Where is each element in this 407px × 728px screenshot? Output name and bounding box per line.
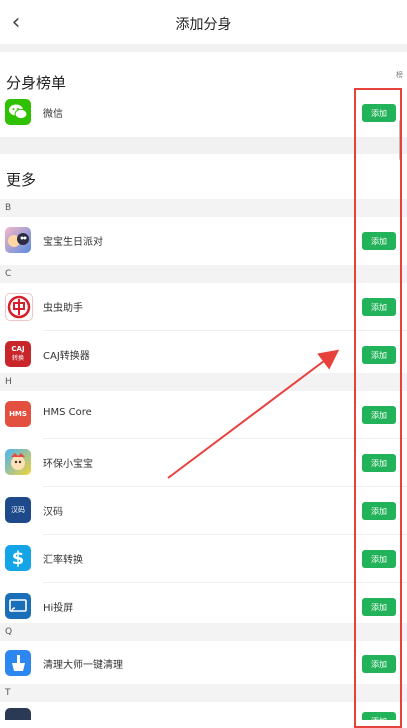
add-clone-button[interactable]: 添加 [362,598,396,616]
list-item: 环保小宝宝 添加 [0,439,407,487]
wechat-icon [5,99,31,125]
hms-icon-text: HMS [9,410,27,418]
hms-core-icon: HMS [5,401,31,427]
add-clone-button[interactable]: 添加 [362,104,396,122]
index-letter-c: C [0,265,407,283]
app-name: 环保小宝宝 [43,459,93,470]
add-clone-button[interactable]: 添加 [362,298,396,316]
page-title: 添加分身 [175,17,232,33]
index-letter-label: Q [5,627,13,637]
add-clone-button[interactable]: 添加 [362,346,396,364]
top-bar: ‹ 添加分身 [0,0,407,44]
index-letter-label: T [5,688,11,698]
hanma-icon-text: 汉码 [11,506,25,514]
scrollbar[interactable] [399,60,403,720]
caj-icon-text: CAJ [11,345,25,353]
cleaner-broom-icon [5,650,31,676]
t-app-icon [5,708,31,720]
index-letter-b: B [0,199,407,217]
section-divider [0,137,407,154]
hanma-icon: 汉码 [5,497,31,523]
eco-baby-icon [5,449,31,475]
list-item: 汉码 汉码 添加 [0,487,407,535]
list-item: $ 汇率转换 添加 [0,535,407,583]
list-item: 清理大师一键清理 添加 [0,640,407,688]
list-item: 虫虫助手 添加 [0,283,407,331]
chongchong-assistant-icon [5,293,33,321]
app-name: Hi投屏 [43,603,74,614]
add-clone-button[interactable]: 添加 [362,454,396,472]
index-letter-label: C [5,269,12,279]
app-name: 汇率转换 [43,555,83,566]
add-clone-button[interactable]: 添加 [362,550,396,568]
header-divider [0,44,407,52]
caj-icon-subtext: 转换 [11,355,24,362]
list-item: HMS HMS Core 添加 [0,391,407,439]
scrollbar-thumb[interactable] [399,120,402,160]
index-letter-t: T [0,684,407,702]
add-clone-button[interactable]: 添加 [362,502,396,520]
app-name: 微信 [43,109,63,120]
app-name: HMS Core [43,407,92,418]
list-item: 宝宝生日派对 添加 [0,217,407,265]
list-item: 微信 添加 [0,89,407,137]
app-name: CAJ转换器 [43,351,90,362]
index-letter-q: Q [0,623,407,641]
app-name: 宝宝生日派对 [43,237,103,248]
currency-convert-icon: $ [5,545,31,571]
add-clone-button[interactable]: 添加 [362,406,396,424]
app-name: 汉码 [43,507,63,518]
add-clone-button[interactable]: 添加 [362,712,396,720]
more-section-title: 更多 [6,171,37,189]
add-clone-button[interactable]: 添加 [362,232,396,250]
add-clone-button[interactable]: 添加 [362,655,396,673]
app-name: 清理大师一键清理 [43,660,123,671]
list-item: CAJ 转换 CAJ转换器 添加 [0,331,407,379]
index-letter-label: B [5,203,12,213]
hi-cast-icon [5,593,31,619]
app-name: 虫虫助手 [43,303,83,314]
currency-icon-glyph: $ [11,547,25,569]
caj-converter-icon: CAJ 转换 [5,341,31,367]
baby-birthday-party-icon [5,227,31,253]
list-item: 添加 [0,702,407,720]
index-letter-label: H [5,377,12,387]
index-letter-h: H [0,373,407,391]
